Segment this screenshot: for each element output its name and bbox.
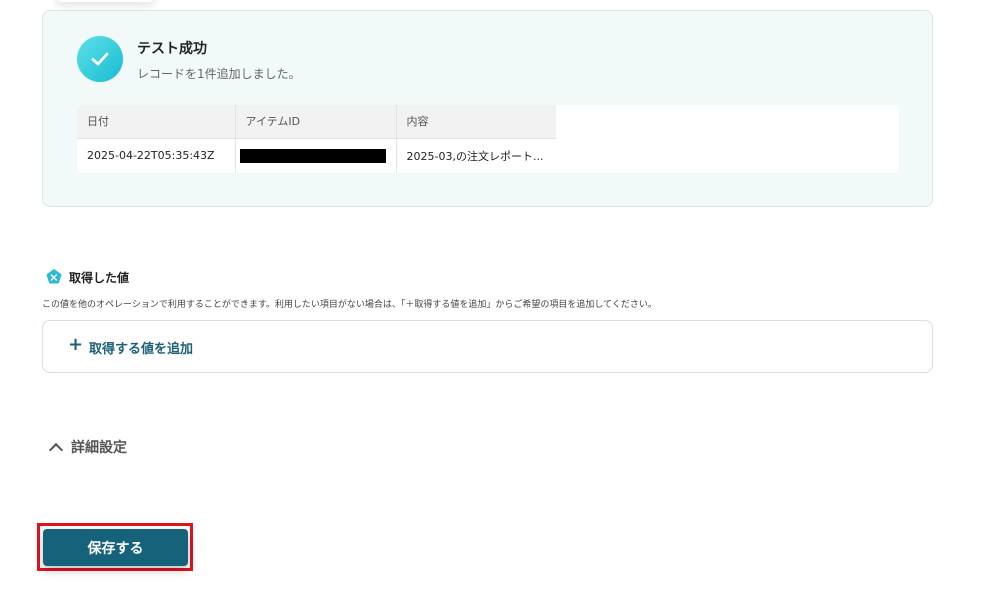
redacted-block	[239, 148, 386, 163]
cell-item-id	[235, 137, 397, 173]
column-header-date: 日付	[77, 105, 236, 138]
plus-icon: +	[68, 334, 84, 355]
cell-content: 2025-03,の注文レポート...	[396, 137, 556, 173]
variable-icon	[45, 268, 63, 286]
success-message: レコードを1件追加しました。	[137, 67, 301, 81]
table-header-row: 日付 アイテムID 内容	[77, 105, 556, 138]
column-header-content: 内容	[396, 105, 556, 138]
result-table: 日付 アイテムID 内容 2025-04-22T05:35:43Z 2025-0…	[77, 105, 556, 173]
add-acquired-value-label: 取得する値を追加	[89, 342, 194, 357]
column-header-item-id: アイテムID	[235, 105, 397, 138]
add-acquired-value-button[interactable]: + 取得する値を追加	[42, 320, 933, 373]
cell-date: 2025-04-22T05:35:43Z	[77, 137, 236, 173]
result-table-container: 日付 アイテムID 内容 2025-04-22T05:35:43Z 2025-0…	[77, 105, 899, 173]
check-circle-icon	[77, 36, 123, 82]
advanced-settings-toggle[interactable]: 詳細設定	[46, 436, 127, 458]
test-success-panel: テスト成功 レコードを1件追加しました。 日付 アイテムID 内容 2025-0…	[42, 10, 933, 207]
table-row: 2025-04-22T05:35:43Z 2025-03,の注文レポート...	[77, 137, 556, 173]
save-button[interactable]: 保存する	[43, 529, 188, 566]
acquired-values-title: 取得した値	[69, 271, 130, 285]
acquired-values-description: この値を他のオペレーションで利用することができます。利用したい項目がない場合は、…	[42, 300, 657, 310]
advanced-settings-label: 詳細設定	[71, 440, 127, 456]
success-title: テスト成功	[137, 41, 207, 57]
previous-card-edge	[55, 0, 155, 2]
chevron-up-icon	[48, 442, 64, 457]
